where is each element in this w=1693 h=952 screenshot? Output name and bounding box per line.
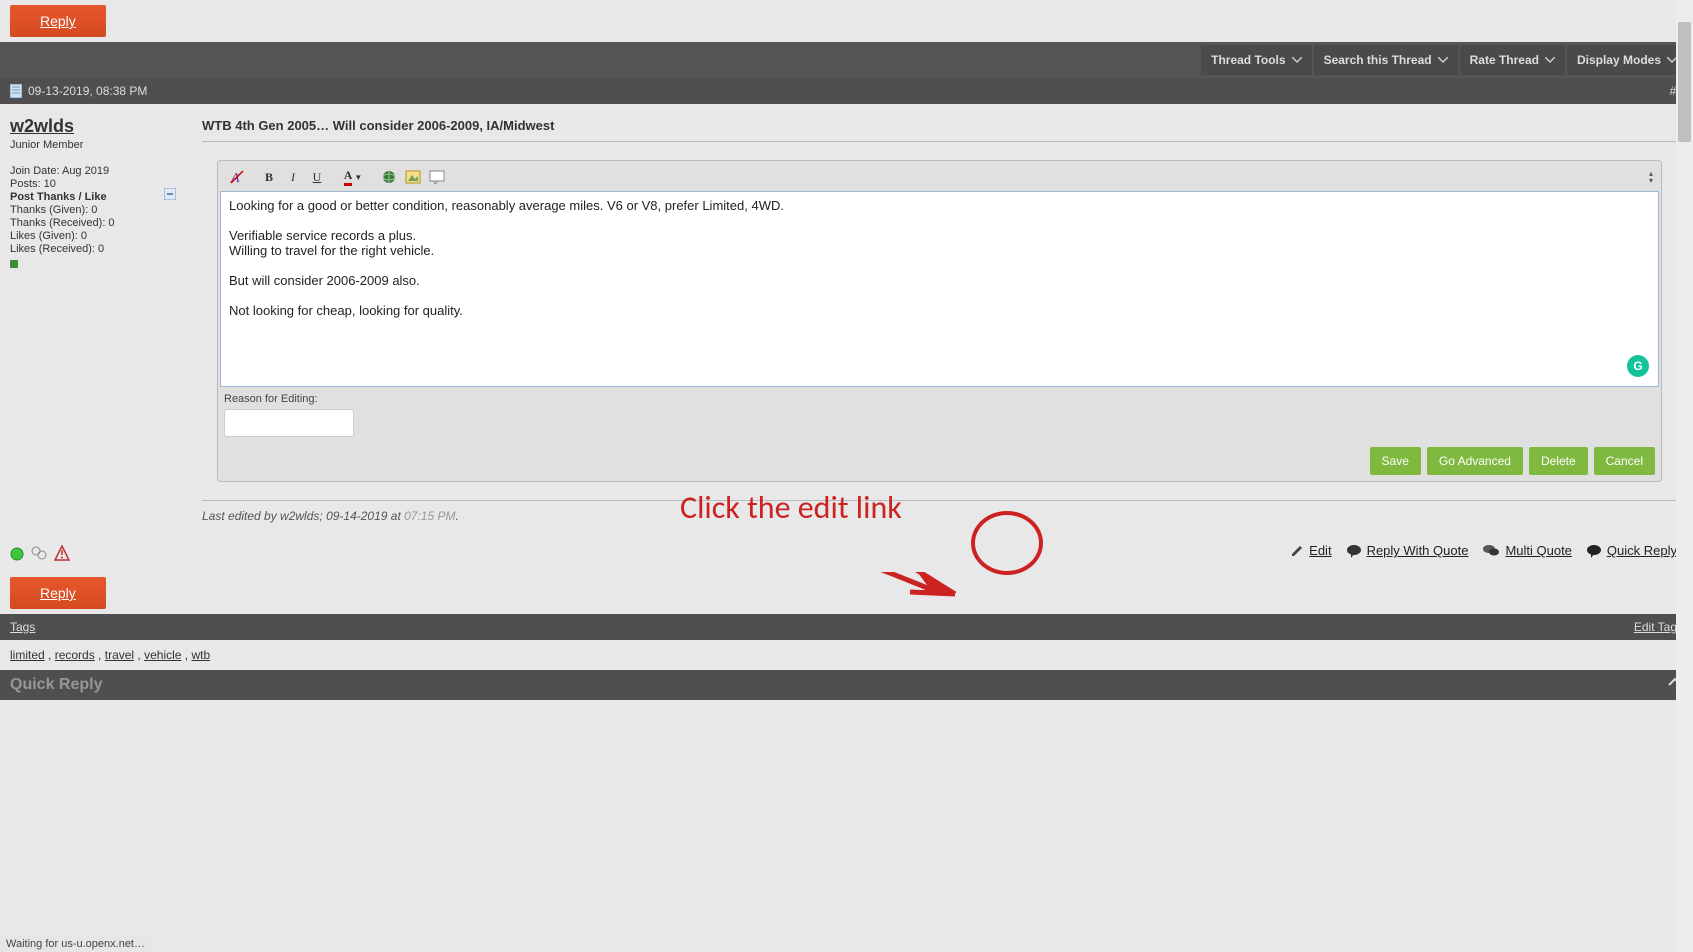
search-thread-menu[interactable]: Search this Thread bbox=[1314, 45, 1458, 75]
online-status-icon bbox=[10, 547, 24, 564]
quick-reply-link[interactable]: Quick Reply bbox=[1586, 543, 1677, 558]
label: Rate Thread bbox=[1470, 53, 1539, 67]
thanks-given: Thanks (Given): 0 bbox=[10, 204, 180, 216]
thread-toolbar: Thread Tools Search this Thread Rate Thr… bbox=[0, 42, 1693, 78]
font-color-icon[interactable]: A▼ bbox=[338, 167, 368, 187]
editor-toolbar: A B I U A▼ ▴▾ bbox=[220, 163, 1659, 191]
underline-icon[interactable]: U bbox=[306, 167, 328, 187]
thanks-received: Thanks (Received): 0 bbox=[10, 217, 180, 229]
user-info-panel: w2wlds Junior Member Join Date: Aug 2019… bbox=[0, 104, 190, 533]
speech-icon bbox=[1346, 544, 1362, 558]
save-button[interactable]: Save bbox=[1370, 447, 1421, 475]
rate-thread-menu[interactable]: Rate Thread bbox=[1460, 45, 1565, 75]
thread-tools-menu[interactable]: Thread Tools bbox=[1201, 45, 1311, 75]
browser-status-text: Waiting for us-u.openx.net… bbox=[0, 936, 151, 952]
post-datetime: 09-13-2019, 08:38 PM bbox=[28, 84, 147, 98]
speech-dark-icon bbox=[1586, 544, 1602, 558]
cancel-button[interactable]: Cancel bbox=[1594, 447, 1655, 475]
pencil-icon bbox=[1290, 544, 1304, 558]
reputation-pip-icon bbox=[10, 260, 18, 268]
chevron-down-icon bbox=[1545, 57, 1555, 63]
annotation-circle bbox=[971, 511, 1043, 575]
multi-quote-link[interactable]: Multi Quote bbox=[1482, 543, 1571, 558]
tag-link[interactable]: travel bbox=[105, 648, 134, 662]
quick-reply-header: Quick Reply bbox=[10, 676, 102, 694]
report-icon[interactable] bbox=[54, 545, 70, 564]
last-edited-note: Last edited by w2wlds; 09-14-2019 at 07:… bbox=[202, 500, 1677, 523]
reply-with-quote-link[interactable]: Reply With Quote bbox=[1346, 543, 1469, 558]
reason-label: Reason for Editing: bbox=[220, 387, 1659, 409]
thanks-like-header: Post Thanks / Like bbox=[10, 191, 180, 203]
go-advanced-button[interactable]: Go Advanced bbox=[1427, 447, 1523, 475]
multi-speech-icon bbox=[1482, 544, 1500, 558]
delete-button[interactable]: Delete bbox=[1529, 447, 1588, 475]
link-icon[interactable] bbox=[378, 167, 400, 187]
post-title: WTB 4th Gen 2005… Will consider 2006-200… bbox=[202, 116, 1677, 142]
reason-input[interactable] bbox=[224, 409, 354, 437]
post-foot-icons bbox=[0, 533, 190, 572]
grammarly-icon[interactable]: G bbox=[1627, 355, 1649, 377]
tag-link[interactable]: vehicle bbox=[144, 648, 181, 662]
message-textarea[interactable]: Looking for a good or better condition, … bbox=[220, 191, 1659, 387]
quote-icon[interactable] bbox=[426, 167, 448, 187]
label: Search this Thread bbox=[1324, 53, 1432, 67]
collapse-stats-icon[interactable] bbox=[164, 188, 176, 203]
chevron-down-icon bbox=[1292, 57, 1302, 63]
tags-label[interactable]: Tags bbox=[10, 620, 35, 634]
ip-icon[interactable] bbox=[30, 545, 48, 564]
inline-editor: A B I U A▼ ▴▾ Looking for a good or bett… bbox=[217, 160, 1662, 482]
reply-button-top[interactable]: Reply bbox=[10, 5, 106, 37]
label: Display Modes bbox=[1577, 53, 1661, 67]
likes-given: Likes (Given): 0 bbox=[10, 230, 180, 242]
editor-resize-handle[interactable]: ▴▾ bbox=[1649, 170, 1653, 184]
scroll-thumb[interactable] bbox=[1678, 22, 1691, 142]
post-header: 09-13-2019, 08:38 PM #1 bbox=[0, 78, 1693, 104]
post-count: Posts: 10 bbox=[10, 178, 180, 190]
user-title: Junior Member bbox=[10, 139, 180, 151]
reply-button-bottom[interactable]: Reply bbox=[10, 577, 106, 609]
tags-list: limited , records , travel , vehicle , w… bbox=[0, 640, 1693, 670]
tag-link[interactable]: records bbox=[55, 648, 95, 662]
bold-icon[interactable]: B bbox=[258, 167, 280, 187]
likes-received: Likes (Received): 0 bbox=[10, 243, 180, 255]
edit-link[interactable]: Edit bbox=[1290, 543, 1331, 558]
vertical-scrollbar[interactable] bbox=[1676, 0, 1693, 952]
italic-icon[interactable]: I bbox=[282, 167, 304, 187]
join-date: Join Date: Aug 2019 bbox=[10, 165, 180, 177]
label: Thread Tools bbox=[1211, 53, 1285, 67]
remove-format-icon[interactable]: A bbox=[226, 167, 248, 187]
old-post-icon bbox=[10, 84, 22, 98]
image-icon[interactable] bbox=[402, 167, 424, 187]
username-link[interactable]: w2wlds bbox=[10, 116, 180, 137]
chevron-down-icon bbox=[1438, 57, 1448, 63]
tag-link[interactable]: wtb bbox=[191, 648, 210, 662]
display-modes-menu[interactable]: Display Modes bbox=[1567, 45, 1687, 75]
tag-link[interactable]: limited bbox=[10, 648, 45, 662]
